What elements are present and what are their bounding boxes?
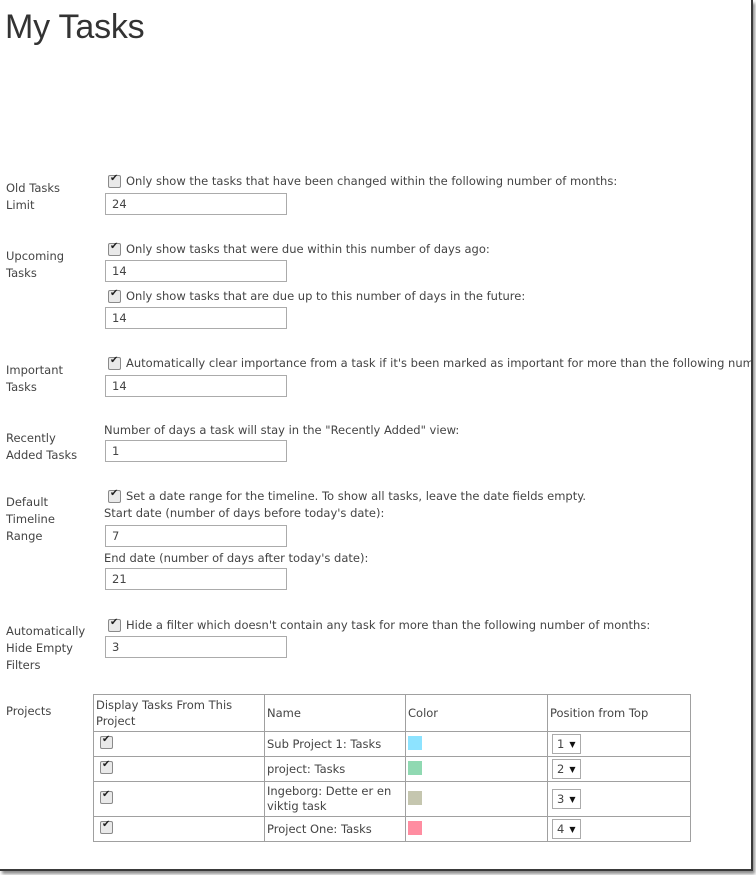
project-row: project: Tasks2▼ [93, 756, 691, 782]
project-row: Ingeborg: Dette er en viktig task3▼ [93, 781, 691, 817]
old-tasks-checkbox-label: Only show the tasks that have been chang… [126, 174, 618, 188]
project-display-cell [93, 781, 265, 817]
hide-empty-filters-label: Automatically Hide Empty Filters [6, 624, 86, 672]
upcoming-past-checkbox-row: Only show tasks that were due within thi… [105, 241, 490, 257]
project-row: Project One: Tasks4▼ [93, 816, 691, 842]
project-color-cell [405, 731, 548, 757]
project-color-cell [405, 781, 548, 817]
hide-filters-checkbox-row: Hide a filter which doesn't contain any … [105, 617, 650, 633]
timeline-checkbox-label: Set a date range for the timeline. To sh… [126, 489, 587, 503]
projects-table-header: Display Tasks From This Project Name Col… [93, 694, 691, 732]
recently-added-label: Recently Added Tasks [6, 431, 78, 462]
timeline-start-input[interactable]: 7 [105, 525, 287, 547]
hide-filters-months-input[interactable]: 3 [105, 636, 287, 658]
important-checkbox-row: Automatically clear importance from a ta… [105, 355, 753, 371]
header-display: Display Tasks From This Project [93, 694, 265, 732]
old-tasks-limit-label: Old Tasks Limit [6, 181, 61, 212]
header-position: Position from Top [547, 694, 691, 732]
color-swatch[interactable] [408, 761, 422, 775]
project-display-cell [93, 756, 265, 782]
project-display-checkbox[interactable] [100, 789, 113, 804]
project-color-cell [405, 756, 548, 782]
project-name: Sub Project 1: Tasks [264, 731, 406, 757]
project-display-checkbox[interactable] [100, 819, 113, 834]
upcoming-past-checkbox[interactable] [108, 241, 121, 256]
upcoming-future-days-input[interactable]: 14 [105, 307, 287, 329]
old-tasks-checkbox-row: Only show the tasks that have been chang… [105, 173, 617, 189]
project-color-cell [405, 816, 548, 842]
timeline-range-label: Default Timeline Range [6, 495, 55, 543]
project-position-cell: 2 ▼ [547, 756, 691, 782]
header-color: Color [405, 694, 548, 732]
position-select[interactable]: 4 ▼ [552, 819, 581, 839]
upcoming-future-checkbox-label: Only show tasks that are due up to this … [126, 289, 526, 303]
hide-filters-checkbox[interactable] [108, 617, 121, 632]
old-tasks-months-input[interactable]: 24 [105, 193, 287, 215]
position-value: 1 [557, 737, 565, 751]
project-name: Ingeborg: Dette er en viktig task [264, 781, 406, 817]
position-select[interactable]: 2 ▼ [552, 759, 581, 779]
position-select[interactable]: 3 ▼ [552, 789, 581, 809]
project-name: project: Tasks [264, 756, 406, 782]
upcoming-future-checkbox[interactable] [108, 288, 121, 303]
page-title: My Tasks [5, 8, 145, 46]
upcoming-future-checkbox-row: Only show tasks that are due up to this … [105, 288, 525, 304]
project-display-checkbox[interactable] [100, 759, 113, 774]
recently-added-description: Number of days a task will stay in the "… [104, 423, 460, 437]
important-checkbox-label: Automatically clear importance from a ta… [126, 356, 753, 370]
position-value: 4 [557, 822, 565, 836]
hide-filters-checkbox-label: Hide a filter which doesn't contain any … [126, 618, 651, 632]
important-tasks-label: Important Tasks [6, 363, 64, 394]
recently-added-days-input[interactable]: 1 [105, 440, 287, 462]
color-swatch[interactable] [408, 821, 422, 835]
important-days-input[interactable]: 14 [105, 375, 287, 397]
project-row: Sub Project 1: Tasks1▼ [93, 731, 691, 757]
project-position-cell: 3 ▼ [547, 781, 691, 817]
project-display-checkbox[interactable] [100, 734, 113, 749]
timeline-checkbox[interactable] [108, 488, 121, 503]
triangle-down-icon: ▼ [569, 764, 576, 774]
timeline-checkbox-row: Set a date range for the timeline. To sh… [105, 488, 586, 504]
settings-page: My Tasks Old Tasks Limit Only show the t… [0, 0, 753, 871]
project-position-cell: 1 ▼ [547, 731, 691, 757]
triangle-down-icon: ▼ [569, 794, 576, 804]
project-position-cell: 4 ▼ [547, 816, 691, 842]
timeline-end-label: End date (number of days after today's d… [104, 551, 369, 565]
project-display-cell [93, 816, 265, 842]
triangle-down-icon: ▼ [569, 824, 576, 834]
projects-label: Projects [6, 704, 52, 718]
position-select[interactable]: 1 ▼ [552, 734, 581, 754]
upcoming-tasks-label: Upcoming Tasks [6, 249, 65, 280]
project-name: Project One: Tasks [264, 816, 406, 842]
color-swatch[interactable] [408, 791, 422, 805]
position-value: 2 [557, 762, 565, 776]
timeline-start-label: Start date (number of days before today'… [104, 506, 385, 520]
header-name: Name [264, 694, 406, 732]
projects-table: Display Tasks From This Project Name Col… [93, 694, 691, 842]
triangle-down-icon: ▼ [569, 739, 576, 749]
color-swatch[interactable] [408, 736, 422, 750]
old-tasks-checkbox[interactable] [108, 173, 121, 188]
upcoming-past-days-input[interactable]: 14 [105, 260, 287, 282]
important-checkbox[interactable] [108, 355, 121, 370]
project-display-cell [93, 731, 265, 757]
upcoming-past-checkbox-label: Only show tasks that were due within thi… [126, 242, 490, 256]
timeline-end-input[interactable]: 21 [105, 568, 287, 590]
position-value: 3 [557, 792, 565, 806]
